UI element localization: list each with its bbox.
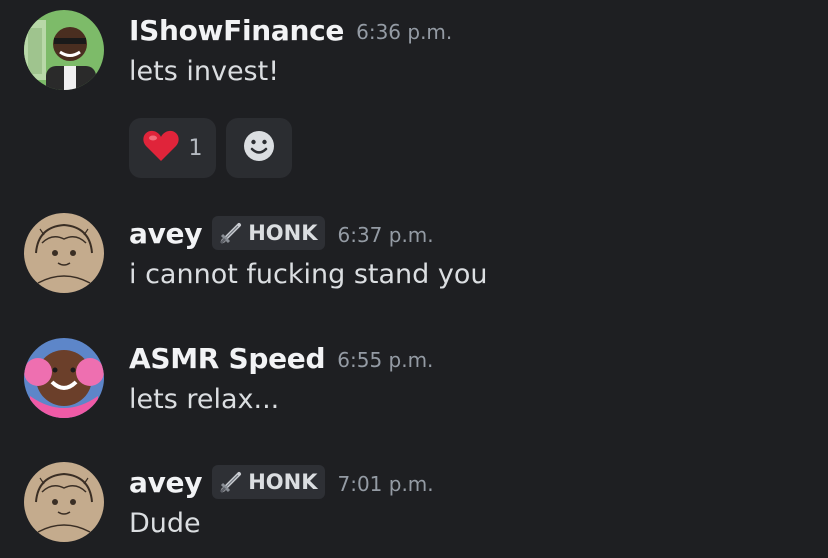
sword-icon — [218, 469, 244, 495]
avatar[interactable] — [24, 338, 104, 418]
add-reaction-button[interactable] — [226, 118, 292, 178]
role-tag-label: HONK — [248, 470, 318, 494]
timestamp: 6:36 p.m. — [356, 20, 453, 44]
smiley-icon — [242, 129, 276, 167]
message-content: lets relax... — [129, 384, 280, 415]
reaction-heart[interactable]: 1 — [129, 118, 216, 178]
avatar[interactable] — [24, 462, 104, 542]
avatar[interactable] — [24, 10, 104, 90]
message-content: lets invest! — [129, 56, 280, 87]
message-4: avey HONK 7:01 p.m. Dude — [24, 462, 804, 552]
message-3: ASMR Speed 6:55 p.m. lets relax... — [24, 338, 804, 428]
username[interactable]: avey — [129, 217, 203, 250]
timestamp: 6:55 p.m. — [337, 348, 434, 372]
role-tag[interactable]: HONK — [212, 216, 326, 250]
message-content: i cannot fucking stand you — [129, 259, 488, 290]
role-tag-label: HONK — [248, 221, 318, 245]
role-tag[interactable]: HONK — [212, 465, 326, 499]
sword-icon — [218, 220, 244, 246]
avatar[interactable] — [24, 213, 104, 293]
message-content: Dude — [129, 508, 201, 539]
message-1: IShowFinance 6:36 p.m. lets invest! 1 — [24, 10, 804, 180]
reactions-bar: 1 — [129, 118, 292, 178]
username[interactable]: ASMR Speed — [129, 342, 326, 375]
timestamp: 7:01 p.m. — [337, 472, 434, 496]
message-header: avey HONK 6:37 p.m. — [129, 213, 434, 253]
username[interactable]: IShowFinance — [129, 14, 344, 47]
timestamp: 6:37 p.m. — [337, 223, 434, 247]
username[interactable]: avey — [129, 466, 203, 499]
message-header: avey HONK 7:01 p.m. — [129, 462, 434, 502]
message-header: ASMR Speed 6:55 p.m. — [129, 338, 433, 378]
message-header: IShowFinance 6:36 p.m. — [129, 10, 452, 50]
reaction-count: 1 — [188, 135, 203, 161]
heart-emoji-icon — [142, 130, 179, 166]
message-2: avey HONK 6:37 p.m. i cannot fucking sta… — [24, 213, 804, 303]
